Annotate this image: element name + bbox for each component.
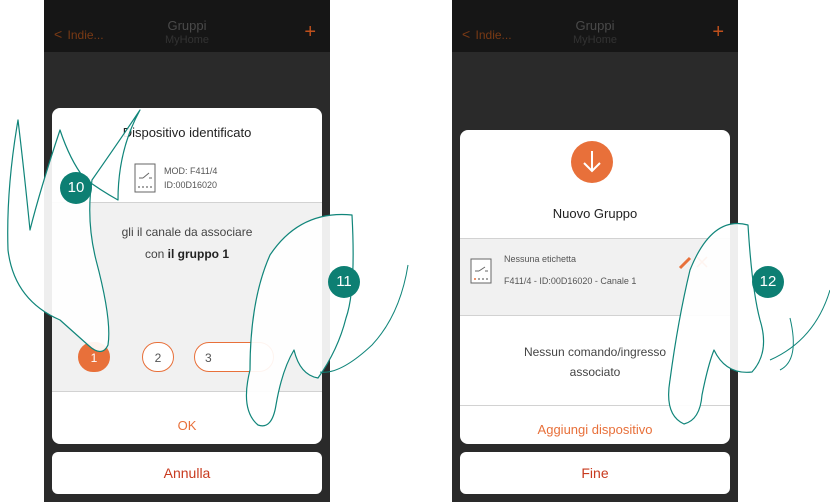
add-icon[interactable]: + [304, 22, 316, 42]
instruction-line1: gli il canale da associare [121, 225, 253, 239]
divider [52, 391, 322, 392]
header-bar: < Indie... Gruppi MyHome + [452, 0, 738, 52]
left-phone-screen: < Indie... Gruppi MyHome + Dispositivo i… [44, 0, 330, 502]
delete-icon[interactable] [696, 256, 708, 268]
device-identified-dialog: Dispositivo identificato MOD: F411/4 ID:… [52, 108, 322, 444]
channel-1-button[interactable]: 1 [78, 342, 110, 372]
header-title: Gruppi [575, 18, 615, 33]
add-device-button[interactable]: Aggiungi dispositivo [460, 422, 730, 437]
device-label: Nessuna etichetta [504, 254, 577, 264]
step-badge-10: 10 [60, 172, 92, 204]
right-phone-screen: < Indie... Gruppi MyHome + Nuovo Gruppo … [452, 0, 738, 502]
add-icon[interactable]: + [712, 22, 724, 42]
ok-button[interactable]: OK [52, 418, 322, 433]
dialog-title: Dispositivo identificato [122, 125, 252, 140]
card-title: Nuovo Gruppo [552, 206, 638, 221]
empty-state-line1: Nessun comando/ingresso [523, 345, 667, 359]
done-button[interactable]: Fine [460, 452, 730, 494]
cancel-button[interactable]: Annulla [52, 452, 322, 494]
device-model: MOD: F411/4 [164, 166, 218, 176]
new-group-card: Nuovo Gruppo Nessuna etichetta F411/4 - … [460, 130, 730, 444]
instruction-con: con [144, 247, 168, 261]
channel-2-button[interactable]: 2 [142, 342, 174, 372]
header-title: Gruppi [167, 18, 207, 33]
device-id: ID:00D16020 [164, 180, 218, 190]
device-detail: F411/4 - ID:00D16020 - Canale 1 [504, 276, 637, 286]
header-subtitle: MyHome [164, 34, 209, 46]
divider [460, 315, 730, 316]
pencil-icon[interactable] [678, 256, 692, 270]
download-arrow-icon [571, 141, 613, 183]
header-subtitle: MyHome [572, 34, 617, 46]
switch-device-icon [134, 163, 156, 193]
divider [460, 405, 730, 406]
switch-device-icon [470, 258, 492, 284]
step-badge-12: 12 [752, 266, 784, 298]
header-bar: < Indie... Gruppi MyHome + [44, 0, 330, 52]
empty-state-line2: associato [569, 365, 621, 379]
channel-3-button[interactable]: 3 [194, 342, 274, 372]
instruction-line2: con il gruppo 1 [52, 247, 322, 261]
group-name: il gruppo 1 [167, 247, 230, 261]
step-badge-11: 11 [328, 266, 360, 298]
